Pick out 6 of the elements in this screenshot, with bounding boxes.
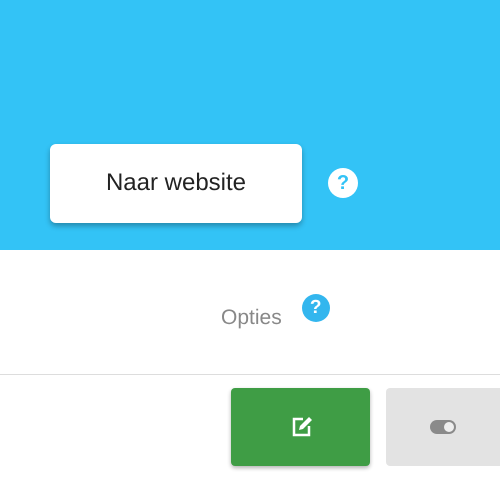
options-label: Opties [221, 306, 282, 330]
toggle-button[interactable] [386, 388, 500, 466]
help-icon[interactable]: ? [302, 294, 330, 322]
help-icon[interactable]: ? [328, 168, 358, 198]
edit-button[interactable] [231, 388, 370, 466]
website-button[interactable]: Naar website [50, 144, 302, 222]
